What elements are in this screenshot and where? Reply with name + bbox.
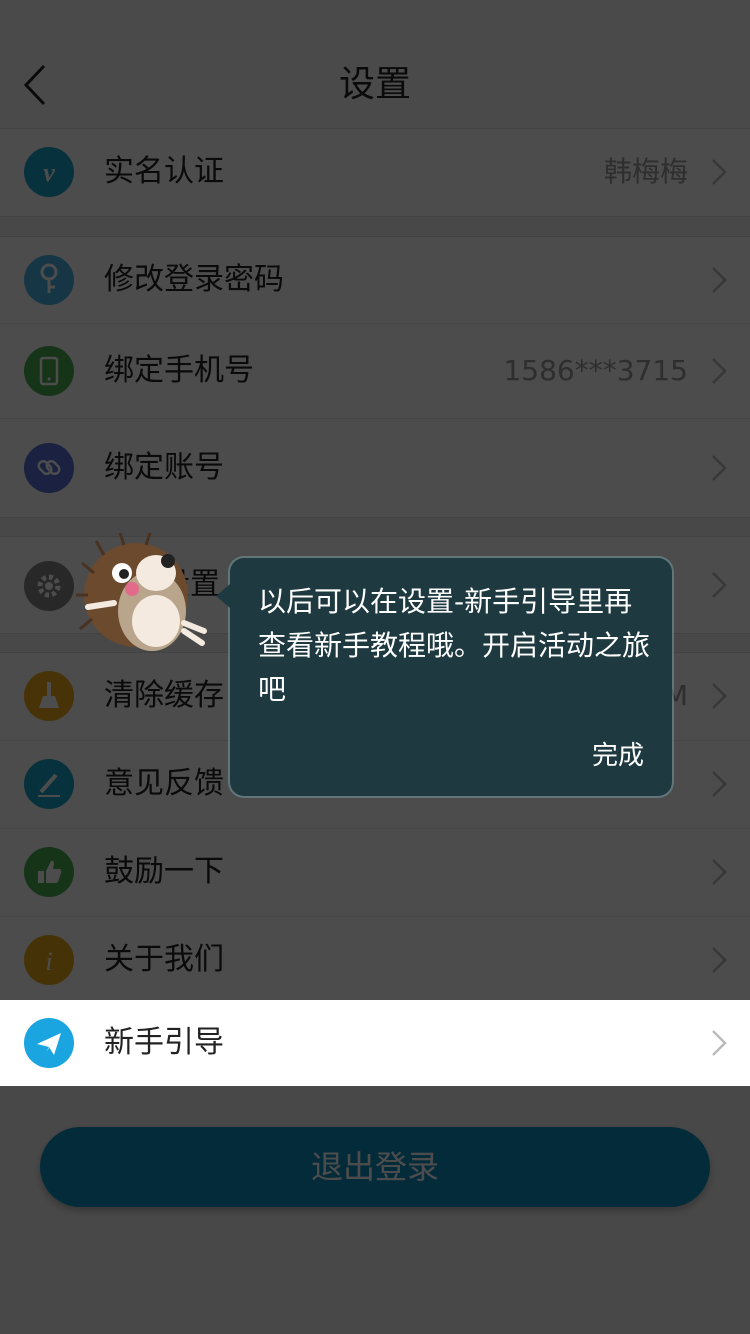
settings-group-identity: v 实名认证 韩梅梅 — [0, 128, 750, 217]
row-change-login-password[interactable]: 修改登录密码 — [0, 237, 750, 324]
chevron-right-icon — [712, 267, 727, 293]
row-encourage[interactable]: 鼓励一下 — [0, 829, 750, 917]
chevron-right-icon — [712, 358, 727, 384]
row-value: 1586***3715 — [503, 354, 688, 387]
thumbs-up-icon — [24, 847, 74, 897]
row-label: 意见反馈 — [104, 766, 224, 801]
row-label: 新手引导 — [104, 1025, 224, 1060]
svg-text:v: v — [43, 158, 55, 187]
chevron-right-icon — [712, 947, 727, 973]
svg-text:i: i — [45, 947, 52, 976]
phone-icon — [24, 346, 74, 396]
row-label: 绑定账号 — [104, 450, 224, 485]
broom-icon — [24, 671, 74, 721]
row-label: 实名认证 — [104, 154, 224, 189]
row-label: 鼓励一下 — [104, 854, 224, 889]
paper-plane-icon — [24, 1018, 74, 1068]
guide-tooltip: 以后可以在设置-新手引导里再查看新手教程哦。开启活动之旅吧 完成 — [216, 558, 672, 796]
hedgehog-mascot-icon — [76, 533, 207, 651]
info-icon: i — [24, 935, 74, 985]
chevron-right-icon — [712, 572, 727, 598]
done-button[interactable]: 完成 — [592, 735, 644, 772]
chevron-right-icon — [712, 455, 727, 481]
row-about-us[interactable]: i 关于我们 — [0, 917, 750, 1004]
tooltip-text: 以后可以在设置-新手引导里再查看新手教程哦。开启活动之旅吧 — [258, 585, 651, 706]
nav-bar: 设置 — [0, 0, 750, 128]
row-label: 绑定手机号 — [104, 353, 254, 388]
link-icon — [24, 443, 74, 493]
chevron-right-icon — [712, 859, 727, 885]
gear-icon — [24, 561, 74, 611]
row-label: 关于我们 — [104, 942, 224, 977]
logout-button[interactable]: 退出登录 — [40, 1127, 710, 1207]
settings-group-account: 修改登录密码 绑定手机号 1586***3715 绑定账号 — [0, 236, 750, 518]
key-icon — [24, 255, 74, 305]
row-real-name-verification[interactable]: v 实名认证 韩梅梅 — [0, 129, 750, 215]
chevron-right-icon — [712, 159, 727, 185]
row-value: 韩梅梅 — [603, 155, 688, 188]
row-bind-account[interactable]: 绑定账号 — [0, 419, 750, 517]
page-title: 设置 — [338, 64, 411, 105]
row-bind-phone[interactable]: 绑定手机号 1586***3715 — [0, 324, 750, 419]
pencil-icon — [24, 759, 74, 809]
row-label: 修改登录密码 — [104, 262, 284, 297]
chevron-right-icon — [712, 1030, 727, 1056]
row-newbie-guide[interactable]: 新手引导 — [0, 1000, 750, 1086]
chevron-right-icon — [712, 683, 727, 709]
chevron-right-icon — [712, 771, 727, 797]
verified-v-icon: v — [24, 147, 74, 197]
